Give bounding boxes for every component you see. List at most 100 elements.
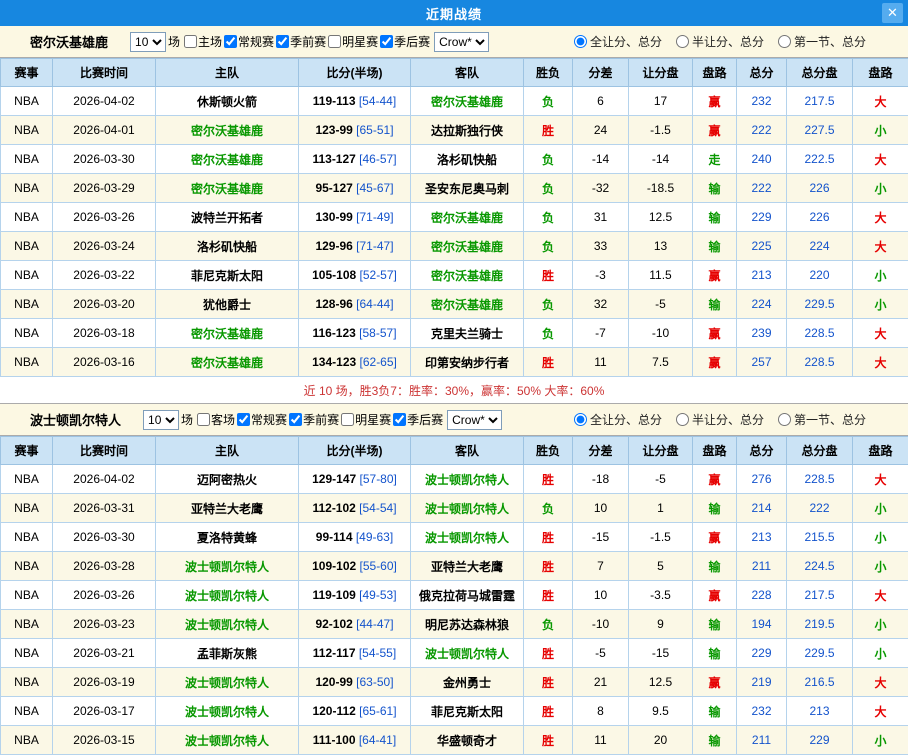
total-cell: 225: [737, 232, 787, 261]
home-team-cell: 夏洛特黄蜂: [156, 523, 299, 552]
home-team-cell: 密尔沃基雄鹿: [156, 116, 299, 145]
checkbox-label: 明星赛: [342, 33, 378, 50]
ou-cell: 小: [853, 494, 908, 523]
checkbox-label: 客场: [211, 411, 235, 428]
playoffs-checkbox[interactable]: [393, 413, 406, 426]
column-header: 比赛时间: [53, 437, 156, 465]
game-row: NBA2026-03-30密尔沃基雄鹿113-127 [46-57]洛杉矶快船负…: [1, 145, 908, 174]
filter-checkbox-regular[interactable]: 常规赛: [224, 33, 274, 50]
dialog-title: 近期战绩: [426, 4, 482, 23]
column-header: 主队: [156, 59, 299, 87]
filter-checkbox-regular[interactable]: 常规赛: [237, 411, 287, 428]
result-cell: 负: [524, 145, 573, 174]
results-table-celtics: 赛事比赛时间主队比分(半场)客队胜负分差让分盘盘路总分总分盘盘路 NBA2026…: [0, 436, 908, 755]
away-team-cell: 印第安纳步行者: [411, 348, 524, 377]
column-header: 分差: [573, 59, 629, 87]
playoffs-checkbox[interactable]: [380, 35, 393, 48]
radio-input[interactable]: [778, 413, 791, 426]
half-score-text: [55-60]: [356, 559, 397, 573]
date-cell: 2026-03-26: [53, 203, 156, 232]
league-cell: NBA: [1, 203, 53, 232]
total-cell: 239: [737, 319, 787, 348]
score-text: 112-117: [313, 646, 356, 660]
league-cell: NBA: [1, 174, 53, 203]
radio-full-handicap-total[interactable]: 全让分、总分: [574, 411, 662, 428]
column-header: 比分(半场): [299, 437, 411, 465]
filter-checkbox-home[interactable]: 主场: [184, 33, 222, 50]
ou-cell: 大: [853, 668, 908, 697]
game-row: NBA2026-03-26波特兰开拓者130-99 [71-49]密尔沃基雄鹿负…: [1, 203, 908, 232]
checkbox-label: 常规赛: [251, 411, 287, 428]
radio-input[interactable]: [676, 413, 689, 426]
filter-checkbox-preseason[interactable]: 季前赛: [289, 411, 339, 428]
filter-checkbox-playoffs[interactable]: 季后赛: [380, 33, 430, 50]
total-line-cell: 229.5: [787, 639, 853, 668]
radio-first-quarter-total[interactable]: 第一节、总分: [778, 411, 866, 428]
total-cell: 222: [737, 116, 787, 145]
handicap-cell: 12.5: [629, 668, 693, 697]
score-cell: 112-117 [54-55]: [299, 639, 411, 668]
filter-checkbox-allstar[interactable]: 明星赛: [328, 33, 378, 50]
score-cell: 129-147 [57-80]: [299, 465, 411, 494]
date-cell: 2026-04-02: [53, 87, 156, 116]
radio-input[interactable]: [574, 413, 587, 426]
total-cell: 213: [737, 261, 787, 290]
score-text: 95-127: [315, 181, 352, 195]
radio-half-handicap-total[interactable]: 半让分、总分: [676, 33, 764, 50]
handicap-cell: -3.5: [629, 581, 693, 610]
regular-season-checkbox[interactable]: [237, 413, 250, 426]
handicap-result-cell: 赢: [693, 523, 737, 552]
game-count-select[interactable]: 10: [130, 32, 166, 52]
score-text: 128-96: [315, 297, 352, 311]
bookmaker-select[interactable]: Crow*: [447, 410, 502, 430]
preseason-checkbox[interactable]: [276, 35, 289, 48]
preseason-checkbox[interactable]: [289, 413, 302, 426]
ou-cell: 小: [853, 639, 908, 668]
diff-cell: 24: [573, 116, 629, 145]
away-checkbox[interactable]: [197, 413, 210, 426]
column-header: 比分(半场): [299, 59, 411, 87]
score-cell: 130-99 [71-49]: [299, 203, 411, 232]
total-cell: 219: [737, 668, 787, 697]
close-icon[interactable]: ✕: [882, 3, 903, 23]
filter-checkbox-away[interactable]: 客场: [197, 411, 235, 428]
checkbox-label: 常规赛: [238, 33, 274, 50]
allstar-checkbox[interactable]: [328, 35, 341, 48]
score-text: 134-123: [312, 355, 356, 369]
handicap-result-cell: 赢: [693, 668, 737, 697]
handicap-cell: 1: [629, 494, 693, 523]
away-team-cell: 菲尼克斯太阳: [411, 697, 524, 726]
regular-season-checkbox[interactable]: [224, 35, 237, 48]
radio-input[interactable]: [676, 35, 689, 48]
radio-input[interactable]: [574, 35, 587, 48]
home-checkbox[interactable]: [184, 35, 197, 48]
league-cell: NBA: [1, 145, 53, 174]
score-cell: 123-99 [65-51]: [299, 116, 411, 145]
score-cell: 134-123 [62-65]: [299, 348, 411, 377]
score-text: 130-99: [315, 210, 352, 224]
half-score-text: [63-50]: [353, 675, 394, 689]
checkbox-label: 季后赛: [407, 411, 443, 428]
game-row: NBA2026-03-22菲尼克斯太阳105-108 [52-57]密尔沃基雄鹿…: [1, 261, 908, 290]
diff-cell: 21: [573, 668, 629, 697]
date-cell: 2026-03-26: [53, 581, 156, 610]
radio-full-handicap-total[interactable]: 全让分、总分: [574, 33, 662, 50]
radio-half-handicap-total[interactable]: 半让分、总分: [676, 411, 764, 428]
date-cell: 2026-03-21: [53, 639, 156, 668]
game-count-select[interactable]: 10: [143, 410, 179, 430]
diff-cell: -15: [573, 523, 629, 552]
radio-input[interactable]: [778, 35, 791, 48]
handicap-result-cell: 赢: [693, 465, 737, 494]
league-cell: NBA: [1, 290, 53, 319]
filter-checkbox-playoffs[interactable]: 季后赛: [393, 411, 443, 428]
radio-first-quarter-total[interactable]: 第一节、总分: [778, 33, 866, 50]
handicap-result-cell: 输: [693, 610, 737, 639]
filter-checkbox-preseason[interactable]: 季前赛: [276, 33, 326, 50]
filter-checkbox-allstar[interactable]: 明星赛: [341, 411, 391, 428]
half-score-text: [46-57]: [356, 152, 397, 166]
bookmaker-select[interactable]: Crow*: [434, 32, 489, 52]
half-score-text: [65-61]: [356, 704, 397, 718]
allstar-checkbox[interactable]: [341, 413, 354, 426]
ou-cell: 小: [853, 174, 908, 203]
league-cell: NBA: [1, 465, 53, 494]
